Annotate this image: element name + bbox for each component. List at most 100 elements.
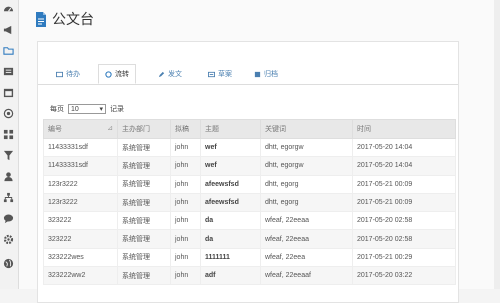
scrollbar[interactable]	[494, 0, 500, 289]
cell-drafter: john	[170, 193, 201, 213]
cell-drafter: john	[170, 266, 201, 286]
user-icon[interactable]	[3, 171, 14, 182]
tab-archive[interactable]: 归档	[254, 65, 278, 83]
megaphone-icon[interactable]	[3, 24, 14, 35]
document-icon	[36, 11, 46, 27]
header-department-label: 主办部门	[122, 126, 150, 133]
page-size-control: 每页 10 ▾ 记录	[50, 104, 124, 114]
cell-number: 323222ww2	[43, 266, 118, 286]
filter-icon[interactable]: ⊿	[107, 124, 113, 132]
cell-time: 2017-05-20 02:58	[352, 229, 456, 249]
cell-keywords: wfeaf, 22eeaa	[260, 229, 353, 249]
page-header: 公文台	[35, 9, 94, 29]
filter-icon[interactable]	[3, 150, 14, 161]
page-size-value: 10	[71, 105, 79, 113]
page-size-prefix: 每页	[50, 106, 64, 113]
cell-drafter: john	[170, 175, 201, 194]
cell-drafter: john	[170, 229, 201, 249]
tab-circulate-label: 流转	[115, 71, 129, 78]
cell-number: 323222	[43, 229, 118, 249]
chat-icon[interactable]	[3, 213, 14, 224]
dashboard-icon[interactable]	[3, 3, 14, 14]
org-chart-icon[interactable]	[3, 192, 14, 203]
cell-drafter: john	[170, 211, 201, 231]
header-subject[interactable]: 主题	[200, 119, 261, 139]
cell-subject: 1111111	[200, 248, 261, 268]
cell-subject: afeewsfsd	[200, 175, 261, 194]
cell-time: 2017-05-20 02:58	[352, 211, 456, 231]
cell-department: 系统管理	[117, 138, 171, 158]
header-keywords-label: 关键词	[265, 126, 286, 133]
table-row[interactable]: 323222 系统管理 john da wfeaf, 22eeaa 2017-05-20 …	[43, 211, 456, 231]
table-row[interactable]: 123r3222 系统管理 john afeewsfsd dhtt, egorg 2017…	[43, 175, 456, 194]
tab-send[interactable]: 发文	[158, 65, 182, 83]
content-panel: 待办 流转 发文 草案 归档 每页 10 ▾ 记录 编号 ⊿ 主办部门 拟稿 主…	[37, 41, 459, 303]
cell-number: 123r3222	[43, 193, 118, 213]
cell-department: 系统管理	[117, 193, 171, 213]
cell-keywords: dhtt, egorgw	[260, 138, 353, 158]
table-row[interactable]: 323222wes 系统管理 john 1111111 wfeaf, 22eea 2017…	[43, 248, 456, 268]
gear-icon[interactable]	[3, 234, 14, 245]
header-drafter-label: 拟稿	[175, 126, 189, 133]
tab-todo[interactable]: 待办	[56, 65, 80, 83]
archive-icon	[254, 71, 261, 77]
folder-icon[interactable]	[3, 45, 14, 56]
header-number-label: 编号	[48, 126, 62, 133]
sidebar	[0, 0, 19, 289]
globe-icon[interactable]	[3, 258, 14, 269]
cell-subject: wef	[200, 156, 261, 176]
cell-keywords: dhtt, egorgw	[260, 156, 353, 176]
table-row[interactable]: 323222ww2 系统管理 john adf wfeaf, 22eeaaf 2017-0…	[43, 266, 456, 286]
cell-subject: wef	[200, 138, 261, 158]
cell-keywords: dhtt, egorg	[260, 175, 353, 194]
draft-icon	[208, 71, 215, 77]
refresh-icon	[105, 70, 112, 78]
cell-number: 323222	[43, 211, 118, 231]
header-keywords[interactable]: 关键词	[260, 119, 353, 139]
table-row[interactable]: 11433331sdf 系统管理 john wef dhtt, egorgw 2017-0…	[43, 156, 456, 176]
cell-time: 2017-05-20 14:04	[352, 138, 456, 158]
tab-archive-label: 归档	[264, 71, 278, 78]
table-header-row: 编号 ⊿ 主办部门 拟稿 主题 关键词 时间	[43, 119, 456, 139]
cell-subject: da	[200, 211, 261, 231]
page-title: 公文台	[52, 12, 94, 28]
table-row[interactable]: 11433331sdf 系统管理 john wef dhtt, egorgw 2017-0…	[43, 138, 456, 158]
main-area: 公文台 待办 流转 发文 草案 归档 每页 10 ▾ 记录 编号 ⊿ 主办部门 …	[19, 0, 500, 303]
calendar-icon[interactable]	[3, 87, 14, 98]
cell-subject: adf	[200, 266, 261, 286]
cell-keywords: wfeaf, 22eea	[260, 248, 353, 268]
tab-circulate[interactable]: 流转	[98, 64, 136, 84]
table-row[interactable]: 123r3222 系统管理 john afeewsfsd dhtt, egorg 2017…	[43, 193, 456, 213]
header-drafter[interactable]: 拟稿	[170, 119, 201, 139]
cell-subject: afeewsfsd	[200, 193, 261, 213]
cell-time: 2017-05-21 00:09	[352, 175, 456, 194]
cell-department: 系统管理	[117, 211, 171, 231]
cell-number: 11433331sdf	[43, 138, 118, 158]
header-time[interactable]: 时间	[352, 119, 456, 139]
cell-drafter: john	[170, 156, 201, 176]
list-icon[interactable]	[3, 66, 14, 77]
cell-keywords: wfeaf, 22eeaa	[260, 211, 353, 231]
page-size-select[interactable]: 10 ▾	[68, 104, 106, 114]
cell-time: 2017-05-21 00:09	[352, 193, 456, 213]
table-row[interactable]: 323222 系统管理 john da wfeaf, 22eeaa 2017-05-20 …	[43, 229, 456, 249]
tab-draft[interactable]: 草案	[208, 65, 232, 83]
cell-subject: da	[200, 229, 261, 249]
header-subject-label: 主题	[205, 126, 219, 133]
grid-icon[interactable]	[3, 129, 14, 140]
tab-draft-label: 草案	[218, 71, 232, 78]
target-icon[interactable]	[3, 108, 14, 119]
cell-keywords: wfeaf, 22eeaaf	[260, 266, 353, 286]
cell-drafter: john	[170, 248, 201, 268]
documents-table: 编号 ⊿ 主办部门 拟稿 主题 关键词 时间 11433331sdf 系统管理 joh…	[43, 119, 456, 286]
inbox-icon	[56, 71, 63, 77]
header-department[interactable]: 主办部门	[117, 119, 171, 139]
cell-time: 2017-05-20 03:22	[352, 266, 456, 286]
cell-time: 2017-05-20 14:04	[352, 156, 456, 176]
cell-number: 323222wes	[43, 248, 118, 268]
cell-department: 系统管理	[117, 229, 171, 249]
cell-keywords: dhtt, egorg	[260, 193, 353, 213]
cell-department: 系统管理	[117, 175, 171, 194]
header-number[interactable]: 编号 ⊿	[43, 119, 118, 139]
cell-department: 系统管理	[117, 248, 171, 268]
